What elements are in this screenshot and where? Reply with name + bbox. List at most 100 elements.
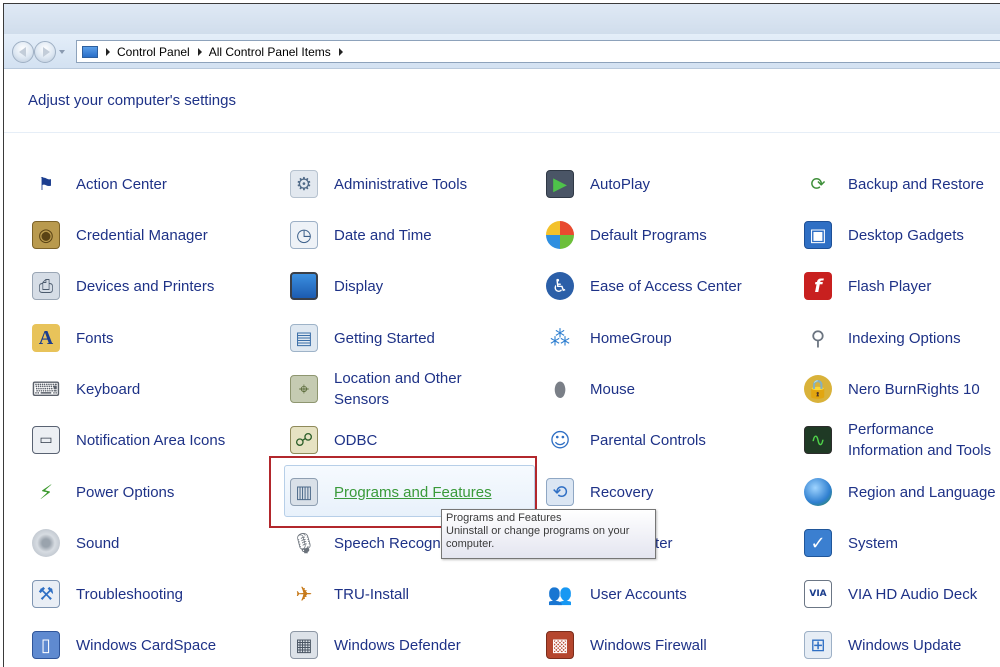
item-label: Windows Update (848, 636, 962, 654)
item-devices-and-printers[interactable]: ⎙ Devices and Printers (32, 265, 214, 307)
back-arrow-icon (19, 47, 26, 57)
breadcrumb-chevron-icon[interactable] (197, 47, 202, 56)
defender-icon: ▦ (290, 631, 318, 659)
item-label: Parental Controls (590, 431, 706, 449)
item-date-and-time[interactable]: ◷ Date and Time (290, 214, 432, 256)
item-windows-defender[interactable]: ▦ Windows Defender (290, 624, 461, 666)
system-icon: ✓ (804, 529, 832, 557)
forward-button[interactable] (34, 41, 56, 63)
window-top-strip (4, 4, 1000, 37)
default-programs-icon (546, 221, 574, 249)
accessibility-icon: ♿ (546, 272, 574, 300)
item-autoplay[interactable]: ▶ AutoPlay (546, 163, 650, 205)
admin-tools-icon: ⚙ (290, 170, 318, 198)
address-bar[interactable]: Control Panel All Control Panel Items (76, 40, 1000, 63)
item-performance-information-and-tools[interactable]: ∿ Performance Information and Tools (804, 419, 1000, 461)
font-folder-icon: A (32, 324, 60, 352)
item-keyboard[interactable]: ⌨ Keyboard (32, 368, 141, 410)
troubleshoot-icon: ⚒ (32, 580, 60, 608)
item-windows-cardspace[interactable]: ▯ Windows CardSpace (32, 624, 216, 666)
item-administrative-tools[interactable]: ⚙ Administrative Tools (290, 163, 467, 205)
item-homegroup[interactable]: ⁂ HomeGroup (546, 317, 672, 359)
recovery-icon: ⟲ (546, 478, 574, 506)
item-label: Credential Manager (76, 226, 208, 244)
item-label: Region and Language (848, 483, 996, 501)
item-windows-update[interactable]: ⊞ Windows Update (804, 624, 961, 666)
item-backup-and-restore[interactable]: ⟳ Backup and Restore (804, 163, 983, 205)
item-region-and-language[interactable]: Region and Language (804, 471, 996, 513)
breadcrumb-chevron-icon[interactable] (338, 47, 343, 56)
homegroup-icon: ⁂ (550, 326, 570, 350)
flag-icon: ⚑ (37, 173, 55, 195)
item-recovery[interactable]: ⟲ Recovery (546, 471, 653, 513)
control-panel-window: Control Panel All Control Panel Items Ad… (3, 3, 1000, 667)
mouse-icon: ⬮ (553, 377, 567, 401)
control-panel-icon (82, 45, 98, 58)
item-user-accounts[interactable]: 👥 User Accounts (546, 573, 687, 615)
breadcrumb-chevron-icon[interactable] (106, 47, 110, 56)
recent-pages-dropdown-icon[interactable] (59, 50, 65, 54)
breadcrumb-control-panel[interactable]: Control Panel (117, 45, 190, 59)
cardspace-icon: ▯ (32, 631, 60, 659)
item-label: HomeGroup (590, 329, 672, 347)
vault-icon: ◉ (32, 221, 60, 249)
item-sound[interactable]: Sound (32, 522, 119, 564)
back-button[interactable] (12, 41, 34, 63)
item-credential-manager[interactable]: ◉ Credential Manager (32, 214, 208, 256)
item-label: Default Programs (590, 226, 707, 244)
item-label: Getting Started (334, 329, 435, 347)
speaker-icon (32, 529, 60, 557)
item-display[interactable]: Display (290, 265, 383, 307)
tooltip-title: Programs and Features (446, 512, 562, 524)
item-label: Date and Time (334, 226, 432, 244)
breadcrumb-all-items[interactable]: All Control Panel Items (209, 45, 331, 59)
item-ease-of-access-center[interactable]: ♿ Ease of Access Center (546, 265, 742, 307)
item-tru-install[interactable]: ✈ TRU-Install (290, 573, 409, 615)
globe-icon (804, 478, 832, 506)
tooltip: Programs and Features Uninstall or chang… (441, 509, 656, 559)
item-label: Fonts (76, 329, 114, 347)
item-power-options[interactable]: ⚡ Power Options (32, 471, 174, 513)
control-panel-items: ⚑ Action Center ⚙ Administrative Tools ▶… (4, 132, 1000, 667)
item-label: Notification Area Icons (76, 431, 226, 449)
item-indexing-options[interactable]: ⚲ Indexing Options (804, 317, 961, 359)
tooltip-body: Uninstall or change programs on your com… (446, 525, 630, 550)
item-label: Action Center (76, 175, 167, 193)
tru-install-icon: ✈ (295, 582, 313, 606)
item-odbc[interactable]: ☍ ODBC (290, 419, 377, 461)
item-fonts[interactable]: A Fonts (32, 317, 114, 359)
item-via-hd-audio-deck[interactable]: VIA VIA HD Audio Deck (804, 573, 977, 615)
item-label: Indexing Options (848, 329, 961, 347)
performance-icon: ∿ (804, 426, 832, 454)
item-label: AutoPlay (590, 175, 651, 193)
item-getting-started[interactable]: ▤ Getting Started (290, 317, 435, 359)
item-desktop-gadgets[interactable]: ▣ Desktop Gadgets (804, 214, 964, 256)
flash-icon: f (804, 272, 832, 300)
item-mouse[interactable]: ⬮ Mouse (546, 368, 635, 410)
item-location-and-other-sensors[interactable]: ⌖ Location and Other Sensors (290, 368, 504, 410)
monitor-icon (290, 272, 318, 300)
item-flash-player[interactable]: f Flash Player (804, 265, 931, 307)
item-nero-burnrights-10[interactable]: 🔒 Nero BurnRights 10 (804, 368, 980, 410)
getting-started-icon: ▤ (290, 324, 318, 352)
item-system[interactable]: ✓ System (804, 522, 898, 564)
item-default-programs[interactable]: Default Programs (546, 214, 707, 256)
item-action-center[interactable]: ⚑ Action Center (32, 163, 167, 205)
clock-icon: ◷ (290, 221, 318, 249)
item-notification-area-icons[interactable]: ▭ Notification Area Icons (32, 419, 225, 461)
page-title: Adjust your computer's settings (28, 92, 236, 109)
users-icon: 👥 (547, 582, 573, 606)
item-label: Performance Information and Tools (848, 421, 992, 459)
item-label: Windows Firewall (590, 636, 707, 654)
indexing-icon: ⚲ (810, 326, 826, 350)
item-label: Troubleshooting (76, 585, 184, 603)
item-label: Keyboard (76, 380, 141, 398)
item-troubleshooting[interactable]: ⚒ Troubleshooting (32, 573, 183, 615)
lock-icon: 🔒 (804, 375, 832, 403)
item-parental-controls[interactable]: ☺ Parental Controls (546, 419, 706, 461)
item-windows-firewall[interactable]: ▩ Windows Firewall (546, 624, 707, 666)
autoplay-icon: ▶ (546, 170, 574, 198)
via-audio-icon: VIA (804, 580, 832, 608)
item-label: VIA HD Audio Deck (848, 585, 978, 603)
item-label: Power Options (76, 483, 175, 501)
